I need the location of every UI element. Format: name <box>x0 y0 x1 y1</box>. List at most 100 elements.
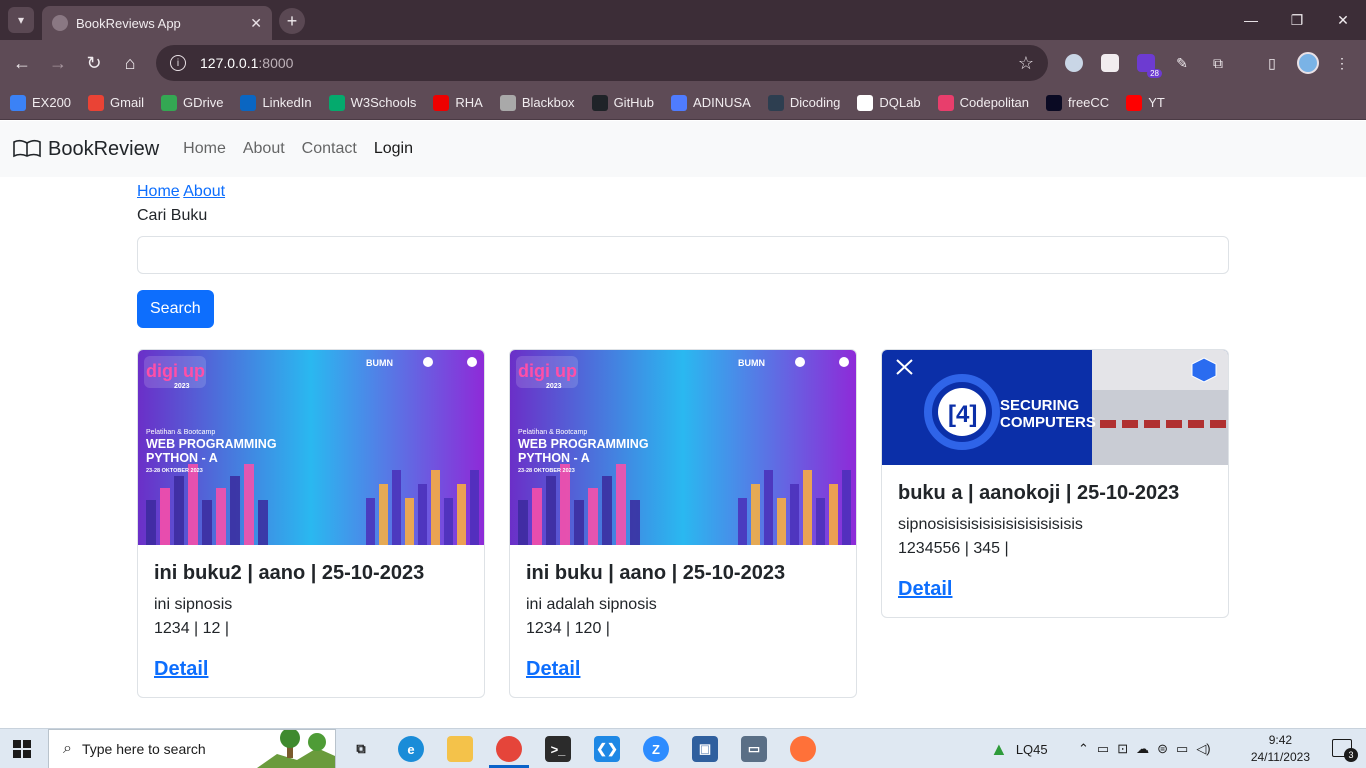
wifi-icon[interactable]: ⊜ <box>1157 741 1168 757</box>
bookmark-item[interactable]: ADINUSA <box>671 94 751 111</box>
file-explorer-icon[interactable] <box>447 736 473 762</box>
projector-icon[interactable]: ▭ <box>1097 741 1109 757</box>
brand-name: BookReview <box>48 137 160 160</box>
bookmarks-bar: EX200 Gmail GDrive LinkedIn W3Schools RHA Blac… <box>0 86 1366 120</box>
taskbar-search-box[interactable]: ⌕ Type here to search <box>48 729 336 768</box>
bookmark-label: EX200 <box>32 95 72 110</box>
terminal-icon[interactable]: >_ <box>545 736 571 762</box>
cover-subtitle: Pelatihan & Bootcamp <box>146 429 215 436</box>
nav-contact-link[interactable]: Contact <box>302 140 357 158</box>
book-detail-link[interactable]: Detail <box>526 658 580 681</box>
book-cover-image: digi up 2023 BUMN Pelatihan & BootcampWEB P… <box>510 350 856 545</box>
system-clock[interactable]: 9:42 24/11/2023 <box>1251 732 1310 766</box>
bookmark-item[interactable]: EX200 <box>10 94 72 111</box>
bookmark-item[interactable]: W3Schools <box>328 94 417 111</box>
bookmark-item[interactable]: Dicoding <box>767 94 840 111</box>
bookmark-item[interactable]: freeCC <box>1046 94 1110 111</box>
tab-title: BookReviews App <box>76 15 181 31</box>
address-bar[interactable]: i 127.0.0.1:8000 ☆ <box>156 45 1048 81</box>
bookmark-item[interactable]: GitHub <box>591 94 654 111</box>
restore-button[interactable]: ❐ <box>1274 0 1320 40</box>
cover-bar-decoration <box>258 500 268 545</box>
extension-web-icon[interactable] <box>1062 51 1086 75</box>
bookmark-favicon-icon <box>591 94 608 111</box>
extension-pen-icon[interactable]: ✎ <box>1170 51 1194 75</box>
brand-link[interactable]: BookReview <box>12 138 159 161</box>
bookmark-item[interactable]: Blackbox <box>499 94 575 111</box>
cover-bar-decoration <box>588 488 598 545</box>
nav-home-link[interactable]: Home <box>183 140 226 158</box>
cover-bar-decoration <box>777 498 786 545</box>
bookmark-favicon-icon <box>767 94 784 111</box>
cover-title-line2: COMPUTERS <box>1000 414 1096 431</box>
nav-login-link[interactable]: Login <box>374 140 413 158</box>
nav-about-link[interactable]: About <box>243 140 285 158</box>
bookmark-label: W3Schools <box>350 95 417 110</box>
book-detail-link[interactable]: Detail <box>154 658 208 681</box>
battery-icon[interactable]: ▭ <box>1176 741 1188 757</box>
extension-cube-icon[interactable] <box>1098 51 1122 75</box>
forward-button[interactable]: → <box>46 51 70 75</box>
book-cover-image: [4] SECURINGCOMPUTERS <box>882 350 1228 465</box>
bookmark-star-icon[interactable]: ☆ <box>1018 53 1034 74</box>
back-button[interactable]: ← <box>10 51 34 75</box>
cover-bar-decoration <box>202 500 212 545</box>
bookmark-label: freeCC <box>1068 95 1110 110</box>
telkom-logo-icon <box>795 357 805 367</box>
cloud-icon[interactable]: ☁ <box>1136 741 1149 757</box>
classroom-chair <box>1122 420 1138 428</box>
cover-bar-decoration <box>431 470 440 545</box>
bookmark-item[interactable]: YT <box>1126 94 1165 111</box>
browser-tab[interactable]: BookReviews App ✕ <box>42 6 272 40</box>
clock-date: 24/11/2023 <box>1250 750 1310 764</box>
chrome-icon[interactable] <box>496 736 522 762</box>
bookmark-item[interactable]: Gmail <box>88 94 144 111</box>
bookmark-favicon-icon <box>1126 94 1143 111</box>
usb-icon[interactable]: ⊡ <box>1117 741 1128 757</box>
network-widget[interactable]: ▲ LQ45 <box>990 729 1048 768</box>
close-window-button[interactable]: ✕ <box>1320 0 1366 40</box>
breadcrumb-home-link[interactable]: Home <box>137 183 180 200</box>
breadcrumb-about-link[interactable]: About <box>183 183 225 200</box>
extension-hat-icon[interactable]: 28 <box>1134 51 1162 78</box>
edge-icon[interactable]: e <box>398 736 424 762</box>
profile-avatar[interactable] <box>1296 51 1320 75</box>
bookmark-item[interactable]: RHA <box>433 94 483 111</box>
extensions-puzzle-icon[interactable]: ⧉ <box>1206 51 1230 75</box>
windows-start-icon[interactable] <box>13 740 31 758</box>
classroom-chair <box>1144 420 1160 428</box>
bookmark-item[interactable]: GDrive <box>161 94 223 111</box>
chevron-up-icon[interactable]: ⌃ <box>1078 741 1089 757</box>
remote-desktop-icon[interactable]: ▭ <box>741 736 767 762</box>
minimize-button[interactable]: — <box>1228 0 1274 40</box>
search-button[interactable]: Search <box>137 290 214 328</box>
home-button[interactable]: ⌂ <box>118 51 142 75</box>
menu-kebab-icon[interactable]: ⋮ <box>1330 51 1354 75</box>
bookmark-item[interactable]: DQLab <box>857 94 921 111</box>
book-detail-link[interactable]: Detail <box>898 578 952 601</box>
bookmark-favicon-icon <box>240 94 257 111</box>
book-synopsis: sipnosisisisisisisisisisisisis <box>898 516 1083 533</box>
bookmark-item[interactable]: LinkedIn <box>240 94 312 111</box>
cover-bar-decoration <box>518 500 528 545</box>
tab-close-icon[interactable]: ✕ <box>250 15 262 32</box>
url-host: 127.0.0.1 <box>200 55 259 71</box>
new-tab-button[interactable]: + <box>279 8 305 34</box>
tab-search-button[interactable]: ▾ <box>8 7 34 33</box>
windows-taskbar: ⌕ Type here to search ⧉ e >_ ❮❯ Z ▣ ▭ ▲ … <box>0 728 1366 768</box>
firefox-icon[interactable] <box>790 736 816 762</box>
side-panel-icon[interactable]: ▯ <box>1260 51 1284 75</box>
vscode-icon[interactable]: ❮❯ <box>594 736 620 762</box>
search-input[interactable] <box>137 236 1229 274</box>
task-view-icon[interactable]: ⧉ <box>348 736 374 762</box>
virtualbox-icon[interactable]: ▣ <box>692 736 718 762</box>
volume-icon[interactable]: ◁) <box>1196 741 1210 757</box>
zoom-icon[interactable]: Z <box>643 736 669 762</box>
clock-time: 9:42 <box>1268 733 1293 747</box>
cover-bar-decoration <box>392 470 401 545</box>
reload-button[interactable]: ↻ <box>82 51 106 75</box>
breadcrumb: Home About <box>137 180 1229 204</box>
notification-center-icon[interactable]: 3 <box>1332 739 1358 762</box>
site-info-icon[interactable]: i <box>170 55 186 71</box>
bookmark-item[interactable]: Codepolitan <box>937 94 1029 111</box>
